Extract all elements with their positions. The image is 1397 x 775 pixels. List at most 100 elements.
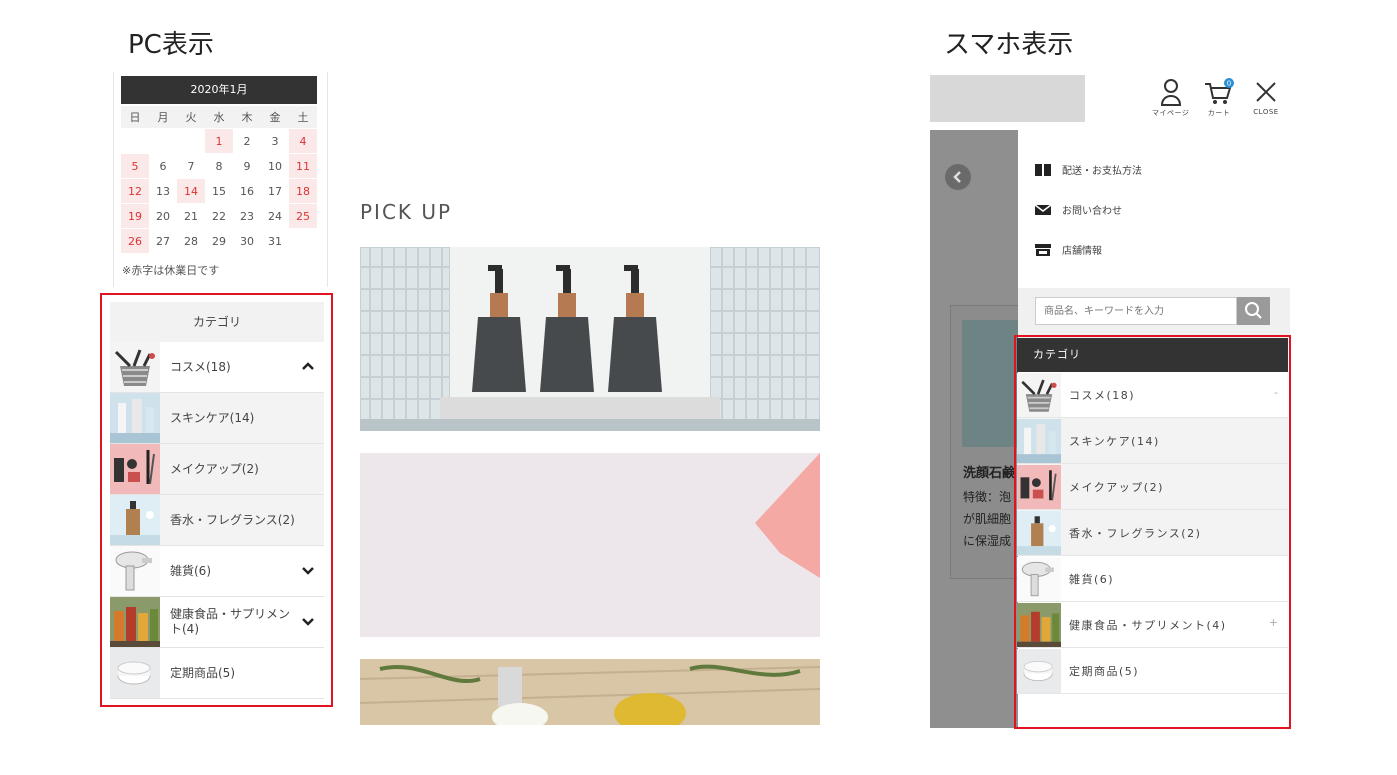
pc-category-label: 定期商品(5) (170, 665, 235, 680)
chevron-down-icon[interactable] (300, 613, 316, 629)
mypage-button[interactable]: マイページ (1152, 78, 1189, 118)
calendar-day: 15 (205, 178, 233, 204)
sp-product-desc-line: が肌細胞 (963, 512, 1012, 526)
sp-category-label: 香水・フレグランス(2) (1069, 526, 1202, 540)
calendar-weekday: 土 (289, 106, 317, 129)
calendar-day: 21 (177, 203, 205, 229)
cart-label: カート (1207, 109, 1231, 117)
sp-category-item[interactable]: スキンケア(14) (1017, 418, 1288, 464)
sp-link-contact[interactable]: お問い合わせ (1034, 202, 1122, 217)
calendar-weekday: 木 (233, 106, 261, 129)
sp-search-input[interactable] (1035, 297, 1237, 325)
calendar-week-row: 5 6 7 8 9 10 11 (121, 153, 317, 179)
calendar-day: 20 (149, 203, 177, 229)
sp-category-menu: カテゴリ コスメ(18) - スキンケア(14) メイクアップ(2) 香水・フレグランス… (1017, 338, 1288, 694)
calendar-day: 27 (149, 228, 177, 254)
pc-category-item[interactable]: コスメ(18) (110, 342, 324, 393)
chevron-left-icon (953, 171, 961, 183)
sp-view-heading: スマホ表示 (944, 30, 1074, 60)
collapse-icon[interactable]: - (1274, 386, 1278, 399)
mypage-label: マイページ (1152, 109, 1190, 117)
cart-count-badge: 0 (1227, 80, 1231, 88)
sp-product-desc-line: 特徴：泡 (963, 490, 1012, 504)
calendar-day: 1 (205, 128, 233, 154)
category-thumbnail (1017, 418, 1061, 463)
cart-button[interactable]: 0 カート (1203, 78, 1235, 118)
calendar-day: 23 (233, 203, 261, 229)
sp-link-label: 配送・お支払方法 (1062, 166, 1142, 177)
sp-category-label: 健康食品・サプリメント(4) (1069, 618, 1227, 632)
sp-category-item[interactable]: 香水・フレグランス(2) (1017, 510, 1288, 556)
close-button[interactable]: CLOSE (1252, 78, 1280, 116)
sp-category-item[interactable]: 雑貨(6) (1017, 556, 1288, 602)
category-thumbnail (110, 648, 160, 698)
chevron-down-icon[interactable] (300, 562, 316, 578)
category-thumbnail (110, 393, 160, 443)
calendar-day: 26 (121, 228, 149, 254)
sp-category-item[interactable]: 定期商品(5) (1017, 648, 1288, 694)
sp-product-image (962, 320, 1018, 447)
sp-category-title: カテゴリ (1017, 338, 1288, 372)
category-thumbnail (110, 597, 160, 647)
expand-icon[interactable]: + (1269, 616, 1278, 629)
category-thumbnail (110, 342, 160, 392)
sp-category-item[interactable]: メイクアップ(2) (1017, 464, 1288, 510)
pc-category-item[interactable]: 定期商品(5) (110, 648, 324, 699)
sp-category-item[interactable]: 健康食品・サプリメント(4) + (1017, 602, 1288, 648)
sp-link-shipping-payment[interactable]: 配送・お支払方法 (1034, 162, 1142, 177)
pc-category-label: 健康食品・サプリメント(4) (170, 607, 291, 636)
pc-view-heading: PC表示 (128, 30, 214, 60)
calendar-grid: 日月火水木金土 1 2 3 4 5 6 7 8 9 10 11 12 13 14 15 16 17 18 19 20 21… (121, 106, 317, 254)
sp-search-button[interactable] (1237, 297, 1270, 325)
calendar-day (149, 128, 177, 154)
sp-link-label: 店舗情報 (1062, 246, 1102, 257)
calendar-day: 4 (289, 128, 317, 154)
pc-category-label: 雑貨(6) (170, 563, 211, 578)
calendar-day: 10 (261, 153, 289, 179)
business-calendar: 2020年1月 日月火水木金土 1 2 3 4 5 6 7 8 9 10 11 12 13 14 15 16 17… (113, 72, 328, 287)
pickup-banner-oil[interactable] (359, 659, 821, 733)
calendar-day: 31 (261, 228, 289, 254)
store-icon (1035, 243, 1051, 256)
calendar-day: 12 (121, 178, 149, 204)
calendar-day: 16 (233, 178, 261, 204)
pc-category-label: スキンケア(14) (170, 410, 255, 425)
calendar-week-row: 19 20 21 22 23 24 25 (121, 203, 317, 229)
calendar-day (289, 228, 317, 254)
sp-link-store-info[interactable]: 店舗情報 (1034, 242, 1102, 257)
pc-category-item[interactable]: 健康食品・サプリメント(4) (110, 597, 324, 648)
pc-category-item[interactable]: 香水・フレグランス(2) (110, 495, 324, 546)
calendar-day: 28 (177, 228, 205, 254)
sp-category-label: メイクアップ(2) (1069, 480, 1164, 494)
calendar-day: 30 (233, 228, 261, 254)
pc-category-item[interactable]: スキンケア(14) (110, 393, 324, 444)
calendar-weekday: 月 (149, 106, 177, 129)
sp-category-item[interactable]: コスメ(18) - (1017, 372, 1288, 418)
category-thumbnail (1017, 510, 1061, 555)
calendar-day: 22 (205, 203, 233, 229)
sp-product-title: 洗顔石鹸 (963, 466, 1016, 481)
calendar-month-title: 2020年1月 (121, 76, 317, 104)
sp-logo-placeholder[interactable] (930, 75, 1085, 122)
calendar-week-row: 26 27 28 29 30 31 (121, 228, 317, 254)
calendar-week-row: 1234 (121, 128, 317, 154)
pc-category-item[interactable]: 雑貨(6) (110, 546, 324, 597)
user-icon (1160, 79, 1181, 106)
sp-category-label: 定期商品(5) (1069, 664, 1140, 678)
category-thumbnail (110, 546, 160, 596)
pc-category-item[interactable]: メイクアップ(2) (110, 444, 324, 495)
sp-link-label: お問い合わせ (1062, 206, 1122, 217)
calendar-weekday: 金 (261, 106, 289, 129)
chevron-up-icon[interactable] (300, 358, 316, 374)
sp-slider-prev-button[interactable] (945, 164, 971, 190)
pickup-banner-soap-bottles[interactable] (359, 246, 821, 432)
calendar-day: 6 (149, 153, 177, 179)
category-thumbnail (1017, 556, 1061, 601)
calendar-day: 2 (233, 128, 261, 154)
category-thumbnail (110, 495, 160, 545)
pickup-banner-pink[interactable] (360, 453, 820, 637)
sp-category-label: コスメ(18) (1069, 388, 1136, 402)
pickup-title: PICK UP (360, 200, 453, 224)
calendar-weekday: 日 (121, 106, 149, 129)
calendar-weekday-row: 日月火水木金土 (121, 106, 317, 129)
